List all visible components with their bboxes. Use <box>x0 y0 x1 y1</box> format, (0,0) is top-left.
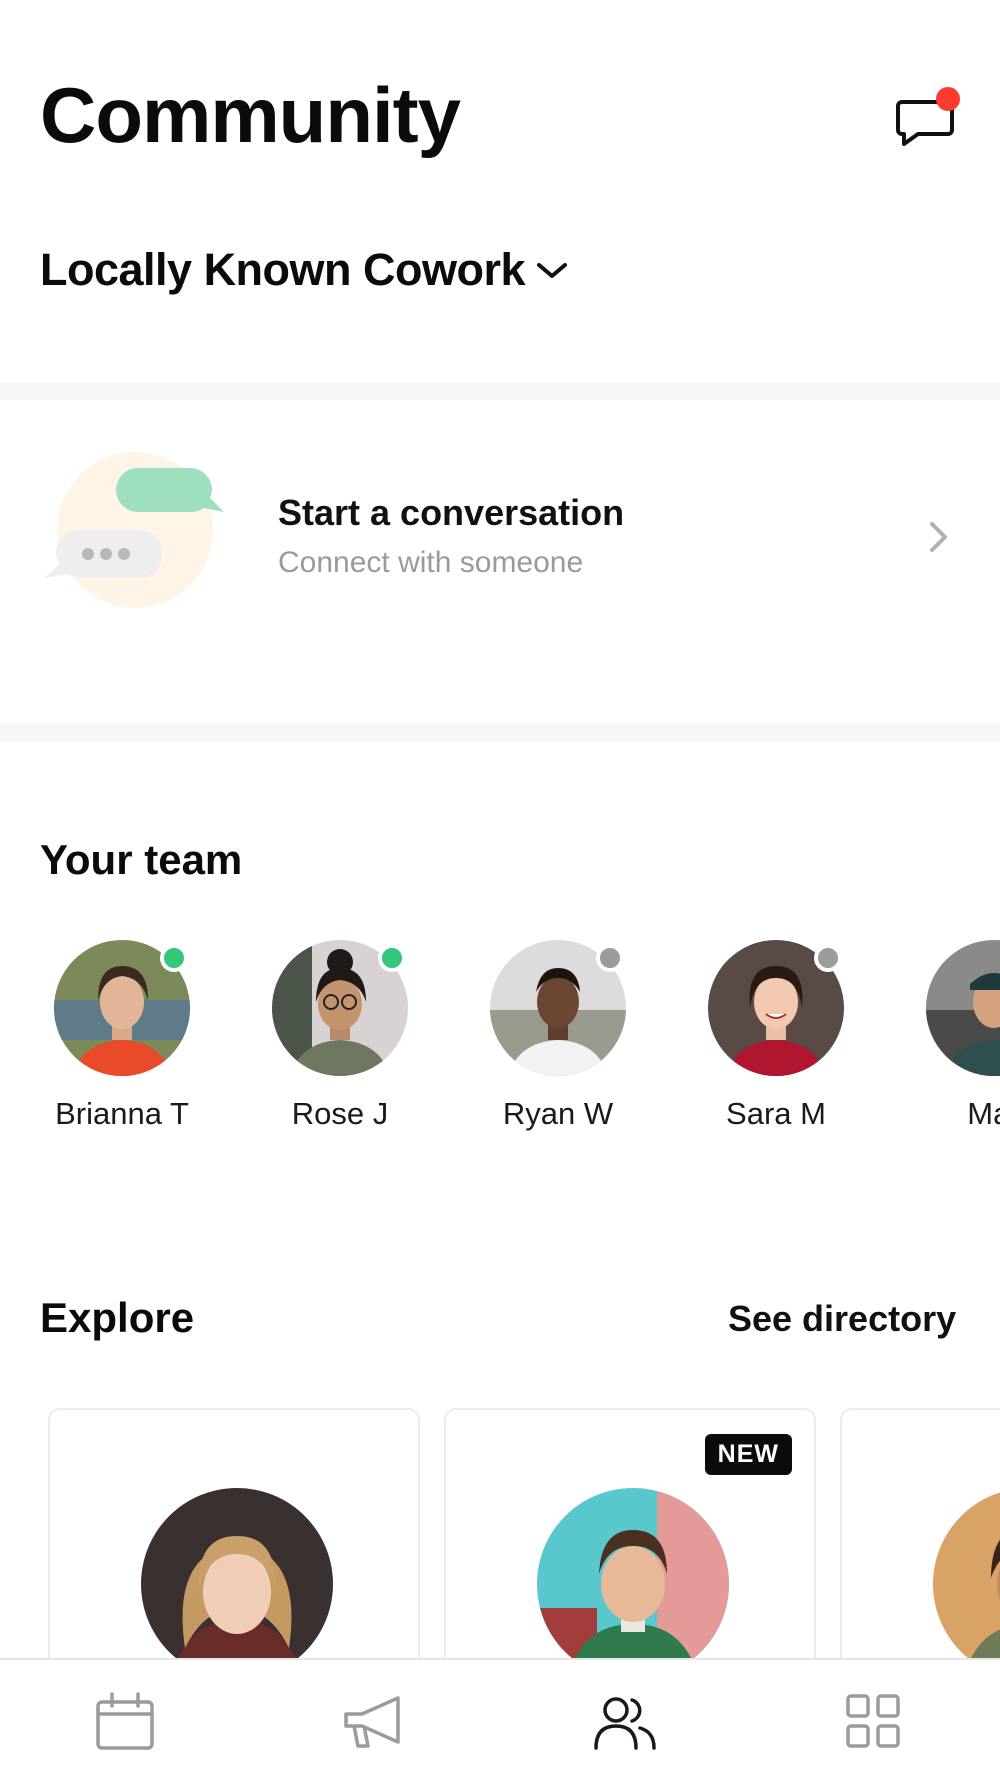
grid-icon <box>846 1694 900 1748</box>
conversation-subtitle: Connect with someone <box>278 546 584 579</box>
messages-button[interactable] <box>896 86 960 148</box>
avatar <box>141 1488 333 1658</box>
explore-section-title: Explore <box>40 1294 195 1341</box>
member-name: Brianna T <box>55 1096 189 1131</box>
start-conversation-card[interactable]: Start a conversation Connect with someon… <box>0 400 1000 722</box>
member-name: Sara M <box>726 1096 826 1131</box>
avatar <box>933 1488 1000 1658</box>
team-section-title: Your team <box>40 836 243 883</box>
explore-card[interactable] <box>840 1408 1000 1658</box>
team-member[interactable]: Ryan W <box>468 940 648 1132</box>
team-member[interactable]: Mar <box>904 940 1000 1132</box>
online-status-dot <box>378 944 406 972</box>
megaphone-icon <box>344 1696 400 1748</box>
people-icon <box>594 1697 656 1750</box>
workspace-selector[interactable]: Locally Known Cowork <box>40 244 569 296</box>
workspace-name: Locally Known Cowork <box>40 244 526 295</box>
explore-card[interactable]: NEW <box>444 1408 816 1658</box>
section-divider <box>0 382 1000 400</box>
tab-more[interactable] <box>838 1690 908 1754</box>
online-status-dot <box>160 944 188 972</box>
page-title: Community <box>40 71 461 159</box>
offline-status-dot <box>814 944 842 972</box>
member-name: Mar <box>967 1096 1000 1131</box>
bottom-tab-bar <box>0 1658 1000 1778</box>
conversation-title: Start a conversation <box>278 492 625 533</box>
see-directory-link[interactable]: See directory <box>728 1298 956 1340</box>
chevron-right-icon <box>930 522 947 552</box>
team-member[interactable]: Rose J <box>250 940 430 1132</box>
explore-carousel[interactable]: NEW <box>0 1408 1000 1658</box>
header: Community Locally Known Cowork <box>0 0 1000 380</box>
tab-community[interactable] <box>590 1690 660 1754</box>
team-member[interactable]: Sara M <box>686 940 866 1132</box>
calendar-icon <box>96 1692 154 1750</box>
offline-status-dot <box>596 944 624 972</box>
team-member[interactable]: Brianna T <box>32 940 212 1132</box>
tab-calendar[interactable] <box>90 1690 160 1754</box>
avatar <box>537 1488 729 1658</box>
avatar <box>926 940 1000 1076</box>
conversation-illustration <box>44 452 224 608</box>
member-name: Ryan W <box>502 1096 614 1131</box>
team-carousel[interactable]: Brianna T Rose J Ryan W Sara M M <box>0 940 1000 1140</box>
tab-announcements[interactable] <box>340 1690 410 1754</box>
explore-card[interactable] <box>48 1408 420 1658</box>
new-badge: NEW <box>704 1434 792 1475</box>
chevron-down-icon <box>537 263 568 278</box>
notification-dot <box>936 87 960 111</box>
chat-bubble-icon <box>896 87 960 146</box>
member-name: Rose J <box>291 1096 389 1131</box>
section-divider <box>0 724 1000 742</box>
